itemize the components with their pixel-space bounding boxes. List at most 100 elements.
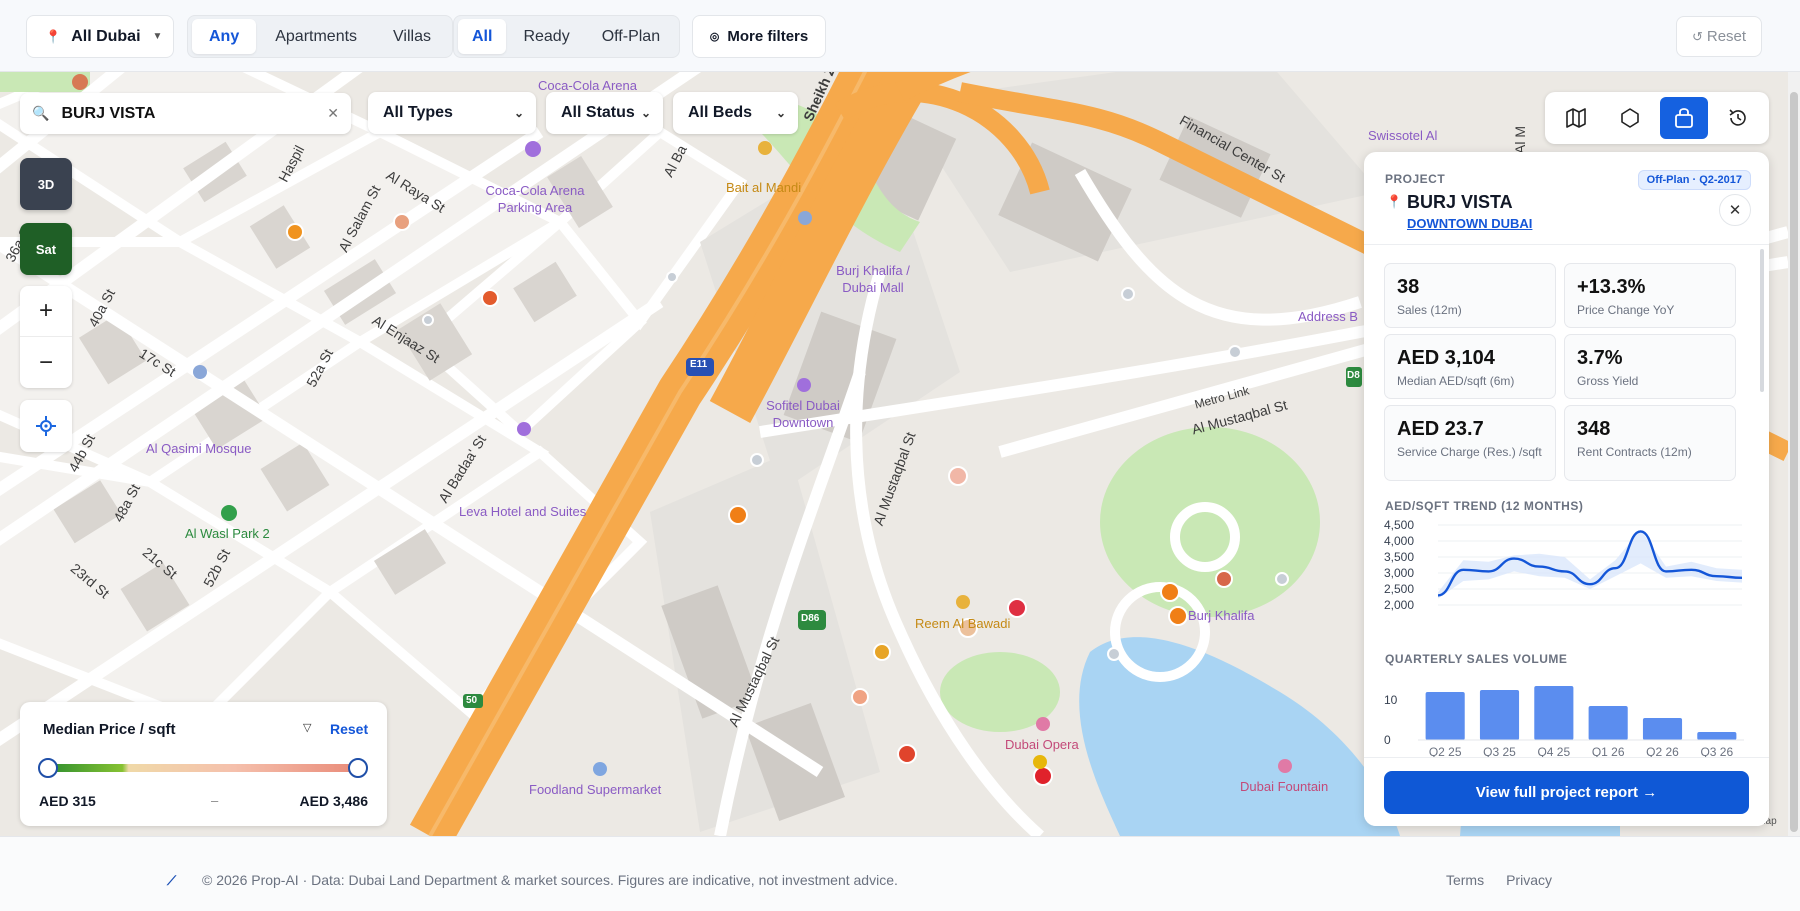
type-any-button[interactable]: Any bbox=[192, 19, 257, 54]
project-search[interactable]: 🔍 ✕ bbox=[20, 93, 351, 134]
caret-down-icon: ▼ bbox=[152, 31, 163, 42]
zoom-out-button[interactable]: − bbox=[20, 337, 72, 388]
poi-label: Burj Khalifa / Dubai Mall bbox=[836, 263, 910, 295]
poi-label: Swissotel Al bbox=[1368, 128, 1438, 143]
location-dropdown[interactable]: 📍 All Dubai ▼ bbox=[26, 15, 174, 58]
footer-links: Terms Privacy bbox=[1446, 872, 1552, 888]
zoom-controls: + − bbox=[20, 286, 72, 388]
stat-label: Gross Yield bbox=[1577, 374, 1639, 388]
poi-label: Reem Al Bawadi bbox=[915, 616, 1011, 631]
beds-dropdown[interactable]: All Beds ⌄ bbox=[673, 92, 798, 134]
property-type-toggle: Any Apartments Villas bbox=[187, 15, 453, 58]
poi-label: Foodland Supermarket bbox=[529, 782, 662, 797]
y-tick-label: 4,000 bbox=[1384, 534, 1414, 548]
status-dropdown[interactable]: All Status ⌄ bbox=[546, 92, 663, 134]
types-dropdown[interactable]: All Types ⌄ bbox=[368, 92, 536, 134]
crosshair-icon bbox=[36, 416, 56, 436]
search-input[interactable] bbox=[61, 104, 312, 123]
close-icon: ✕ bbox=[1728, 202, 1742, 219]
map-tools bbox=[1545, 92, 1769, 144]
completion-ready-button[interactable]: Ready bbox=[508, 19, 584, 54]
legend-title: Median Price / sqft bbox=[43, 721, 176, 738]
sales-bar bbox=[1588, 706, 1628, 740]
stat-card: 3.7% Gross Yield bbox=[1564, 334, 1736, 399]
sales-volume-chart: 100Q2 25 Q3 25 Q4 25 Q1 26 Q2 26 Q3 26 bbox=[1384, 686, 1744, 758]
stat-card: +13.3% Price Change YoY bbox=[1564, 263, 1736, 328]
more-filters-label: More filters bbox=[727, 28, 809, 45]
poi-label: Bait al Mandi bbox=[726, 180, 802, 195]
map-style-button[interactable] bbox=[1552, 97, 1600, 139]
reset-button[interactable]: ↺ Reset bbox=[1676, 16, 1762, 57]
stat-card: AED 3,104 Median AED/sqft (6m) bbox=[1384, 334, 1556, 399]
view-report-button[interactable]: View full project report → bbox=[1384, 771, 1749, 814]
stat-value: +13.3% bbox=[1577, 276, 1646, 298]
type-apartments-button[interactable]: Apartments bbox=[258, 19, 374, 54]
completion-all-button[interactable]: All bbox=[458, 19, 507, 54]
y-tick-label: 2,000 bbox=[1384, 598, 1414, 612]
beds-dropdown-label: All Beds bbox=[688, 104, 753, 121]
legend-reset-link[interactable]: Reset bbox=[330, 721, 368, 737]
completion-offplan-button[interactable]: Off-Plan bbox=[587, 19, 675, 54]
history-button[interactable] bbox=[1714, 97, 1762, 139]
close-panel-button[interactable]: ✕ bbox=[1719, 194, 1751, 226]
zoom-in-button[interactable]: + bbox=[20, 286, 72, 337]
highway-shield-d8: D8 bbox=[1347, 370, 1360, 381]
sales-bar bbox=[1697, 732, 1737, 740]
poi-label: Dubai Fountain bbox=[1240, 779, 1329, 794]
terms-link[interactable]: Terms bbox=[1446, 872, 1484, 888]
range-max-handle[interactable] bbox=[348, 758, 368, 778]
panel-scrollbar[interactable] bbox=[1760, 249, 1764, 392]
project-panel: PROJECT Off-Plan · Q2-2017 📍 BURJ VISTA … bbox=[1364, 152, 1769, 826]
history-icon bbox=[1729, 109, 1746, 126]
project-kicker: PROJECT bbox=[1385, 172, 1446, 186]
highway-shield-e11: E11 bbox=[690, 359, 708, 370]
price-trend-chart: 4,500 4,000 3,500 3,000 2,500 2,000 bbox=[1384, 518, 1743, 612]
chevron-down-icon: ⌄ bbox=[775, 106, 786, 120]
stat-value: AED 23.7 bbox=[1397, 418, 1484, 440]
confidence-band bbox=[1438, 529, 1742, 599]
status-badge: Off-Plan · Q2-2017 bbox=[1637, 170, 1751, 190]
projects-layer-button[interactable] bbox=[1660, 97, 1708, 139]
prop-ai-logo-icon: ⟋ bbox=[167, 873, 177, 888]
y-tick-label: 0 bbox=[1384, 733, 1391, 747]
privacy-link[interactable]: Privacy bbox=[1506, 872, 1552, 888]
project-header: PROJECT Off-Plan · Q2-2017 📍 BURJ VISTA … bbox=[1364, 152, 1769, 245]
status-dropdown-label: All Status bbox=[561, 104, 635, 121]
filter-toolbar: 📍 All Dubai ▼ Any Apartments Villas All … bbox=[0, 0, 1800, 72]
chevron-down-icon[interactable]: ▽ bbox=[303, 721, 311, 734]
sales-bar bbox=[1534, 686, 1574, 740]
sales-bar bbox=[1425, 692, 1465, 740]
scrollbar-thumb[interactable] bbox=[1790, 92, 1798, 832]
chevron-down-icon: ⌄ bbox=[513, 106, 524, 120]
range-min-handle[interactable] bbox=[38, 758, 58, 778]
reset-icon: ↺ bbox=[1691, 28, 1703, 44]
satellite-toggle-button[interactable]: Sat bbox=[20, 223, 72, 275]
legend-min-value: AED 315 bbox=[39, 793, 96, 809]
page-footer: ⟋ © 2026 Prop-AI · Data: Dubai Land Depa… bbox=[0, 836, 1800, 911]
type-villas-button[interactable]: Villas bbox=[376, 19, 448, 54]
page-scrollbar[interactable] bbox=[1788, 72, 1800, 836]
road-label: Al M bbox=[1512, 126, 1528, 154]
more-filters-button[interactable]: ◎ More filters bbox=[692, 15, 826, 58]
stat-value: 3.7% bbox=[1577, 347, 1623, 369]
location-label: All Dubai bbox=[71, 27, 141, 45]
3d-toggle-button[interactable]: 3D bbox=[20, 158, 72, 210]
footer-copyright: © 2026 Prop-AI · Data: Dubai Land Depart… bbox=[202, 872, 898, 888]
stat-card: 348 Rent Contracts (12m) bbox=[1564, 405, 1736, 481]
poi-label: Dubai Opera bbox=[1005, 737, 1079, 752]
stat-label: Price Change YoY bbox=[1577, 303, 1675, 317]
search-icon: 🔍 bbox=[32, 105, 50, 121]
project-area-link[interactable]: DOWNTOWN DUBAI bbox=[1407, 216, 1532, 231]
map-icon bbox=[1566, 108, 1586, 128]
poi-label: Leva Hotel and Suites bbox=[459, 504, 587, 519]
draw-polygon-button[interactable] bbox=[1606, 97, 1654, 139]
locate-button[interactable] bbox=[20, 400, 72, 452]
sales-bar bbox=[1642, 718, 1683, 740]
volume-chart-title: QUARTERLY SALES VOLUME bbox=[1385, 652, 1568, 666]
sales-bar bbox=[1479, 690, 1520, 740]
clear-search-icon[interactable]: ✕ bbox=[327, 105, 339, 122]
stat-card: AED 23.7 Service Charge (Res.) /sqft bbox=[1384, 405, 1556, 481]
filter-dot-icon: ◎ bbox=[709, 31, 720, 43]
types-dropdown-label: All Types bbox=[383, 104, 453, 121]
price-legend: Median Price / sqft ▽ Reset AED 315 – AE… bbox=[20, 702, 387, 826]
